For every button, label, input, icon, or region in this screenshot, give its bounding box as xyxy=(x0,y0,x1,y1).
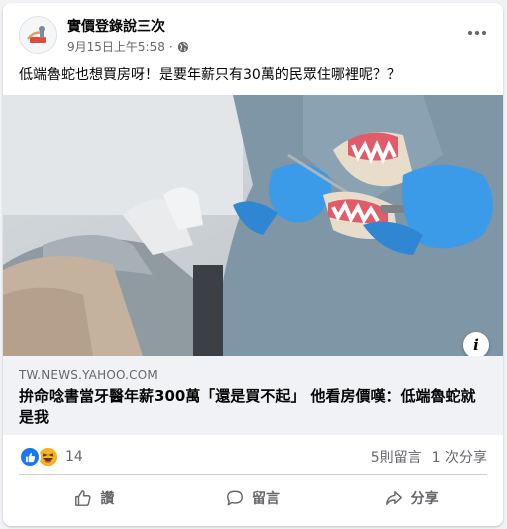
post-meta: 9月15日上午5:58 · xyxy=(67,38,189,55)
comments-count[interactable]: 5則留言 xyxy=(371,447,422,467)
share-button[interactable]: 分享 xyxy=(332,478,491,518)
dentist-photo xyxy=(3,95,503,356)
more-options-button[interactable] xyxy=(467,23,487,43)
like-button[interactable]: 讚 xyxy=(15,478,174,518)
shares-count[interactable]: 1 次分享 xyxy=(432,447,487,467)
page-name[interactable]: 實價登錄說三次 xyxy=(67,16,165,36)
comment-button[interactable]: 留言 xyxy=(174,478,333,518)
like-label: 讚 xyxy=(100,491,115,507)
share-label: 分享 xyxy=(410,491,439,507)
post-header: 實價登錄說三次 9月15日上午5:58 · xyxy=(3,3,503,63)
thumbs-up-icon xyxy=(75,490,91,506)
reaction-count: 14 xyxy=(65,449,83,465)
link-domain: TW.NEWS.YAHOO.COM xyxy=(19,368,158,382)
divider xyxy=(19,474,487,475)
post-card: 實價登錄說三次 9月15日上午5:58 · 低端魯蛇也想買房呀！是要年薪只有30… xyxy=(3,3,503,526)
reactions-summary[interactable]: 14 xyxy=(19,446,83,468)
share-icon xyxy=(385,490,402,506)
meta-separator: · xyxy=(168,39,173,54)
globe-icon xyxy=(177,41,188,52)
avatar-logo xyxy=(20,17,56,53)
comment-label: 留言 xyxy=(252,491,280,507)
page-avatar[interactable] xyxy=(19,16,57,54)
post-text: 低端魯蛇也想買房呀！是要年薪只有30萬的民眾住哪裡呢？？ xyxy=(19,67,401,83)
info-icon: i xyxy=(473,336,479,354)
info-button[interactable]: i xyxy=(463,332,489,356)
link-preview-image[interactable]: i xyxy=(3,95,503,356)
link-preview[interactable]: TW.NEWS.YAHOO.COM 拚命唸書當牙醫年薪300萬「還是買不起」 他… xyxy=(3,356,503,435)
post-stats: 14 5則留言 1 次分享 xyxy=(3,435,503,477)
like-icon xyxy=(19,446,41,468)
comment-icon xyxy=(227,490,243,506)
link-title[interactable]: 拚命唸書當牙醫年薪300萬「還是買不起」 他看房價嘆：低端魯蛇就是我 xyxy=(19,386,487,428)
engagement-counts: 5則留言 1 次分享 xyxy=(371,447,487,467)
post-timestamp[interactable]: 9月15日上午5:58 xyxy=(67,38,165,55)
action-bar: 讚 留言 分享 xyxy=(15,478,491,518)
more-dots-icon xyxy=(467,30,487,36)
